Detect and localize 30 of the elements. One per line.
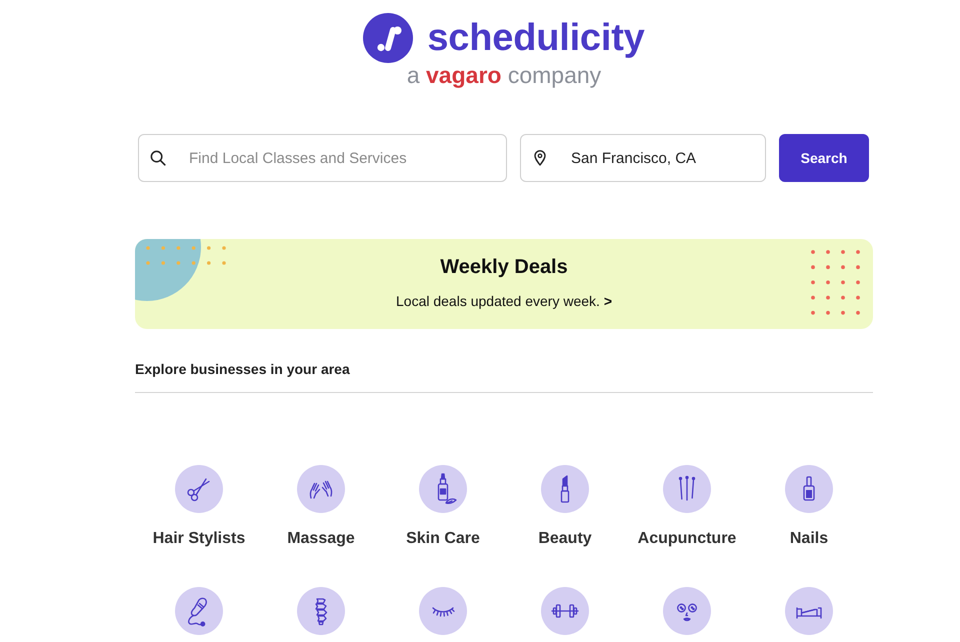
dumbbell-icon[interactable] — [541, 587, 589, 635]
logo-wordmark: schedulicity — [427, 16, 645, 60]
spine-icon[interactable] — [297, 587, 345, 635]
dot-pattern-drawing — [811, 250, 861, 316]
category-link[interactable]: Massage — [287, 465, 355, 549]
search-field[interactable]: Find Local Classes and Services — [138, 134, 507, 182]
location-field[interactable]: San Francisco, CA — [520, 134, 766, 182]
bed-icon[interactable] — [785, 587, 833, 635]
clipper-icon[interactable] — [175, 587, 223, 635]
hands-icon — [297, 465, 345, 513]
deals-link[interactable]: Local deals updated every week. > — [396, 292, 612, 310]
dropper-bottle-icon — [419, 465, 467, 513]
logo-mark-icon — [363, 13, 414, 63]
deals-title: Weekly Deals — [440, 256, 568, 278]
category-link[interactable]: Hair Stylists — [152, 465, 246, 549]
scissors-icon — [174, 465, 223, 513]
nail-polish-icon — [785, 465, 833, 513]
lipstick-icon — [540, 465, 589, 513]
category-link[interactable]: Nails — [785, 465, 833, 549]
category-link[interactable]: Beauty — [538, 465, 592, 549]
search-icon — [150, 150, 166, 166]
category-link[interactable]: Acupuncture — [638, 465, 736, 549]
closed-eye-icon[interactable] — [419, 587, 467, 635]
face-mask-icon[interactable] — [663, 587, 711, 635]
needles-icon — [662, 465, 711, 513]
section-heading: Explore businesses in your area — [135, 360, 350, 378]
search-button[interactable]: Search — [779, 134, 869, 182]
logo-tagline: a vagaro company — [406, 63, 602, 87]
map-pin-icon — [534, 150, 546, 166]
category-link[interactable]: Skin Care — [406, 465, 480, 549]
